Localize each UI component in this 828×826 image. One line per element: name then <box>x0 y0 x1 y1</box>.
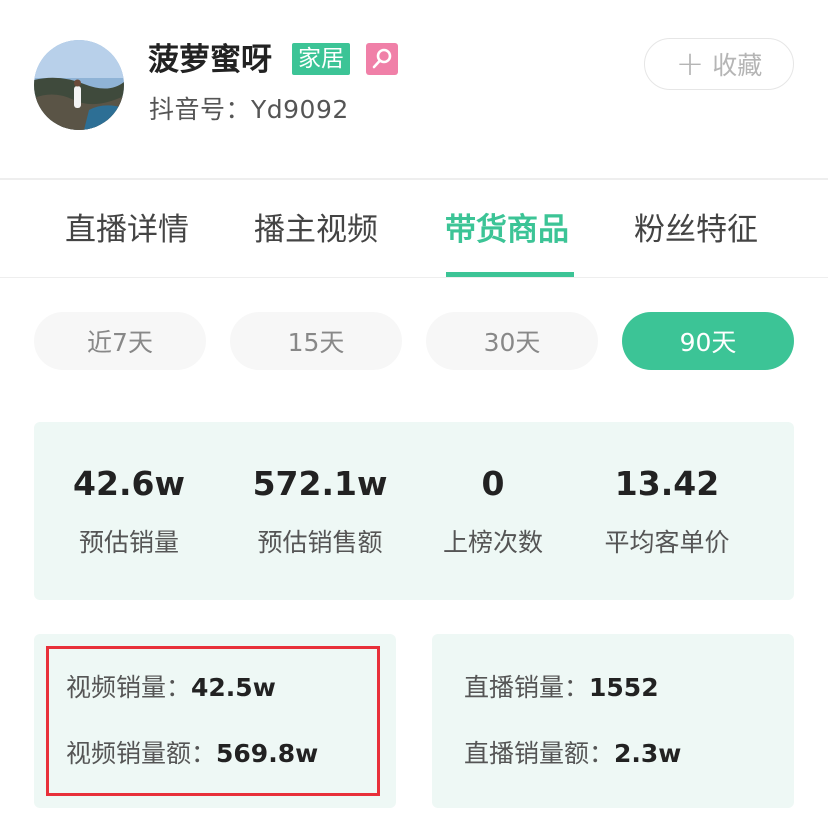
douyin-id-label: 抖音号： <box>149 95 252 124</box>
highlight-box <box>46 646 380 796</box>
avatar[interactable] <box>34 40 124 130</box>
live-sales-value: 1552 <box>589 673 659 702</box>
stat-label: 上榜次数 <box>442 528 543 557</box>
favorite-button[interactable]: + 收藏 <box>644 38 794 90</box>
live-sales-line: 直播销量：1552 <box>464 670 659 706</box>
period-30d[interactable]: 30天 <box>426 312 598 370</box>
stat-label: 平均客单价 <box>604 528 730 557</box>
favorite-label: 收藏 <box>712 51 763 80</box>
category-tag: 家居 <box>292 43 350 75</box>
stat-est-revenue: 572.1w 预估销售额 <box>225 462 415 560</box>
divider <box>0 277 828 278</box>
live-amount-line: 直播销量额：2.3w <box>464 736 681 772</box>
period-15d[interactable]: 15天 <box>230 312 402 370</box>
douyin-id-value: Yd9092 <box>251 95 349 124</box>
stat-value: 42.6w <box>73 464 185 503</box>
stat-value: 572.1w <box>252 464 388 503</box>
stat-chart-appearances: 0 上榜次数 <box>398 462 588 560</box>
tab-products[interactable]: 带货商品 <box>445 208 569 252</box>
period-90d[interactable]: 90天 <box>622 312 794 370</box>
tab-bar: 直播详情 播主视频 带货商品 粉丝特征 <box>0 180 828 278</box>
tab-creator-videos[interactable]: 播主视频 <box>254 208 378 252</box>
stat-label: 预估销量 <box>78 528 179 557</box>
live-amount-label: 直播销量额： <box>464 739 615 768</box>
live-amount-value: 2.3w <box>614 739 682 768</box>
period-7d[interactable]: 近7天 <box>34 312 206 370</box>
stat-est-sales: 42.6w 预估销量 <box>34 462 224 560</box>
stat-label: 预估销售额 <box>257 528 383 557</box>
tab-fan-profile[interactable]: 粉丝特征 <box>634 208 758 252</box>
tab-live-details[interactable]: 直播详情 <box>65 208 189 252</box>
female-icon <box>366 43 398 75</box>
stat-value: 0 <box>481 464 505 503</box>
user-name: 菠萝蜜呀 <box>148 42 272 78</box>
live-sales-card: 直播销量：1552 直播销量额：2.3w <box>432 634 794 808</box>
douyin-id: 抖音号：Yd9092 <box>149 92 349 128</box>
summary-stats: 42.6w 预估销量 572.1w 预估销售额 0 上榜次数 13.42 平均客… <box>34 422 794 600</box>
stat-value: 13.42 <box>614 464 720 503</box>
stat-avg-order-value: 13.42 平均客单价 <box>572 462 762 560</box>
plus-icon: + <box>675 44 705 84</box>
live-sales-label: 直播销量： <box>464 673 590 702</box>
profile-header: 菠萝蜜呀 家居 抖音号：Yd9092 + 收藏 <box>0 0 828 178</box>
